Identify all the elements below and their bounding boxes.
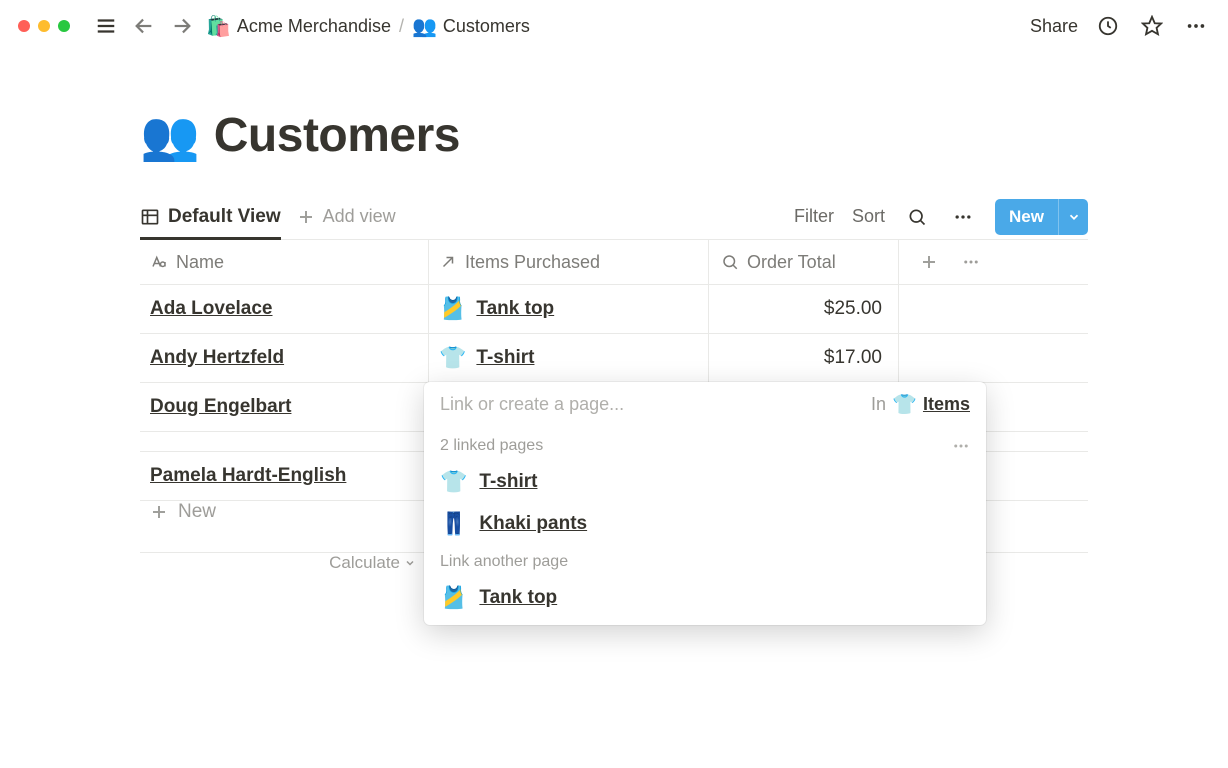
share-button[interactable]: Share — [1030, 16, 1078, 37]
link-another-section: Link another page — [424, 545, 986, 577]
topbar-right: Share — [1030, 12, 1210, 40]
t-shirt-icon: 👕 — [439, 345, 466, 371]
linked-pages-section: 2 linked pages — [424, 429, 986, 461]
jeans-icon: 👖 — [440, 511, 467, 537]
column-header-total[interactable]: Order Total — [709, 240, 898, 284]
column-header-name-label: Name — [176, 252, 224, 273]
search-icon[interactable] — [903, 203, 931, 231]
link-another-label: Link another page — [440, 553, 568, 571]
people-icon: 👥 — [412, 14, 437, 39]
view-tab-default[interactable]: Default View — [140, 194, 281, 240]
add-view-label: Add view — [323, 206, 396, 227]
linked-page-label: Khaki pants — [479, 513, 587, 535]
link-suggestion-label: Tank top — [479, 587, 557, 609]
table-header-row: Name Items Purchased Order Total — [140, 240, 1088, 285]
link-page-input[interactable] — [440, 394, 861, 415]
new-button-label[interactable]: New — [995, 199, 1058, 235]
new-row-label: New — [178, 501, 216, 523]
column-header-name[interactable]: Name — [140, 240, 428, 284]
t-shirt-icon: 👕 — [892, 392, 917, 417]
more-icon[interactable] — [1182, 12, 1210, 40]
row-name[interactable]: Ada Lovelace — [140, 285, 428, 333]
row-name[interactable]: Doug Engelbart — [140, 383, 428, 431]
tank-top-icon: 🎽 — [439, 296, 466, 322]
in-label: In — [871, 394, 886, 415]
breadcrumb-current-label: Customers — [443, 16, 530, 37]
breadcrumb-separator: / — [399, 16, 404, 37]
page-title-row: 👥 Customers — [140, 107, 1088, 164]
topbar: 🛍️ Acme Merchandise / 👥 Customers Share — [0, 0, 1228, 52]
breadcrumb-parent[interactable]: 🛍️ Acme Merchandise — [206, 14, 391, 39]
table-row[interactable]: Ada Lovelace 🎽 Tank top $25.00 — [140, 285, 1088, 334]
relation-popover: In 👕 Items 2 linked pages 👕 T-shirt 👖 Kh… — [424, 382, 986, 625]
linked-page-label: T-shirt — [479, 471, 537, 493]
t-shirt-icon: 👕 — [440, 469, 467, 495]
add-view-button[interactable]: Add view — [297, 206, 396, 227]
page-title[interactable]: Customers — [214, 108, 460, 163]
column-header-total-label: Order Total — [747, 252, 836, 273]
table-row[interactable]: Andy Hertzfeld 👕 T-shirt $17.00 — [140, 334, 1088, 383]
sort-button[interactable]: Sort — [852, 206, 885, 227]
row-item[interactable]: 🎽 Tank top — [429, 285, 708, 333]
favorite-icon[interactable] — [1138, 12, 1166, 40]
window-traffic-lights — [18, 20, 70, 32]
link-suggestion-option[interactable]: 🎽 Tank top — [424, 577, 986, 619]
shopping-bags-icon: 🛍️ — [206, 14, 231, 39]
linked-page-option[interactable]: 👖 Khaki pants — [424, 503, 986, 545]
popover-search-row: In 👕 Items — [424, 382, 986, 429]
row-name[interactable]: Andy Hertzfeld — [140, 334, 428, 382]
nav-back-button[interactable] — [130, 12, 158, 40]
row-total[interactable]: $17.00 — [709, 334, 898, 382]
calculate-label: Calculate — [329, 553, 400, 573]
breadcrumb: 🛍️ Acme Merchandise / 👥 Customers — [206, 14, 530, 39]
add-column-button[interactable] — [915, 248, 943, 276]
new-button[interactable]: New — [995, 199, 1088, 235]
hamburger-icon[interactable] — [92, 12, 120, 40]
popover-db-name: Items — [923, 394, 970, 415]
view-tab-label: Default View — [168, 206, 281, 228]
updates-icon[interactable] — [1094, 12, 1122, 40]
breadcrumb-parent-label: Acme Merchandise — [237, 16, 391, 37]
column-header-items[interactable]: Items Purchased — [429, 240, 708, 284]
filter-button[interactable]: Filter — [794, 206, 834, 227]
window-zoom-button[interactable] — [58, 20, 70, 32]
linked-pages-label: 2 linked pages — [440, 437, 543, 455]
row-item[interactable]: 👕 T-shirt — [429, 334, 708, 382]
row-item-label: Tank top — [476, 298, 554, 320]
row-total[interactable]: $25.00 — [709, 285, 898, 333]
popover-in-database[interactable]: In 👕 Items — [871, 392, 970, 417]
tank-top-icon: 🎽 — [440, 585, 467, 611]
window-minimize-button[interactable] — [38, 20, 50, 32]
linked-page-option[interactable]: 👕 T-shirt — [424, 461, 986, 503]
view-more-icon[interactable] — [949, 203, 977, 231]
views-bar: Default View Add view Filter Sort New — [140, 194, 1088, 240]
row-name[interactable]: Pamela Hardt-English — [140, 452, 428, 500]
row-item-label: T-shirt — [476, 347, 534, 369]
column-more-button[interactable] — [957, 248, 985, 276]
breadcrumb-current[interactable]: 👥 Customers — [412, 14, 530, 39]
nav-forward-button[interactable] — [168, 12, 196, 40]
linked-pages-more-button[interactable] — [952, 437, 970, 455]
column-header-extra — [898, 240, 1088, 284]
window-close-button[interactable] — [18, 20, 30, 32]
new-button-dropdown[interactable] — [1058, 199, 1088, 235]
views-controls: Filter Sort New — [794, 199, 1088, 235]
column-header-items-label: Items Purchased — [465, 252, 600, 273]
page-icon[interactable]: 👥 — [140, 107, 200, 164]
calculate-button[interactable]: Calculate — [140, 553, 428, 573]
